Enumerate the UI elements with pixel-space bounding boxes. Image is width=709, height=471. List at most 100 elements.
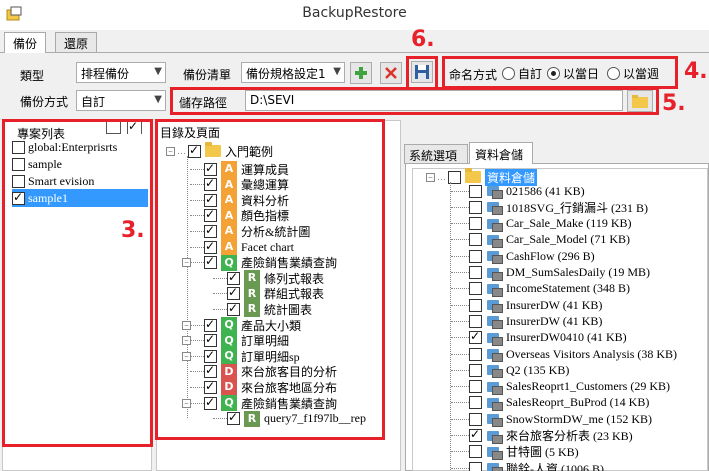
warehouse-item[interactable]: 聯銓-人資 (1006 B) [451, 459, 604, 471]
warehouse-item-label: CashFlow (296 B) [506, 248, 595, 263]
tab-backup[interactable]: 備份 [4, 32, 47, 53]
checkbox[interactable] [204, 379, 217, 394]
warehouse-item[interactable]: CashFlow (296 B) [451, 247, 595, 265]
backup-list-select[interactable]: 備份規格設定1 ▼ [241, 62, 345, 83]
warehouse-item[interactable]: SalesReoprt_BuProd (14 KB) [451, 394, 649, 412]
warehouse-item[interactable]: DM_SumSalesDaily (19 MB) [451, 264, 650, 282]
checkbox[interactable] [469, 427, 482, 442]
warehouse-item[interactable]: InsurerDW (41 KB) [451, 296, 602, 314]
naming-option-daily[interactable]: 以當日 [547, 65, 599, 82]
checkbox[interactable] [469, 217, 482, 231]
checkbox[interactable] [469, 266, 482, 279]
checkbox[interactable] [469, 249, 482, 263]
catalog-root-label: 入門範例 [225, 144, 274, 159]
warehouse-item[interactable]: Car_Sale_Make (119 KB) [451, 215, 632, 233]
warehouse-tree: −… 資料倉儲 021586 (41 KB) 1018SVG_行銷漏斗 (231 B)… [414, 168, 708, 471]
checkbox[interactable] [227, 410, 240, 426]
method-select[interactable]: 自訂 ▼ [76, 90, 166, 111]
checkbox[interactable] [204, 348, 217, 363]
checkbox[interactable] [204, 192, 217, 207]
collapse-icon[interactable]: − [182, 398, 191, 408]
add-button[interactable] [350, 62, 372, 84]
collapse-icon[interactable]: − [182, 351, 191, 361]
checkbox[interactable] [469, 445, 482, 459]
warehouse-item[interactable]: 1018SVG_行銷漏斗 (231 B) [451, 198, 648, 216]
warehouse-item-label: Q2 (135 KB) [506, 362, 570, 377]
tab-data-warehouse[interactable]: 資料倉儲 [469, 142, 533, 164]
tree-connector [451, 304, 469, 306]
warehouse-item[interactable]: InsurerDW0410 (41 KB) [451, 329, 627, 347]
backup-list-select-value: 備份規格設定1 [246, 67, 326, 81]
warehouse-item-label: DM_SumSalesDaily (19 MB) [506, 265, 650, 279]
collapse-icon[interactable]: − [182, 336, 191, 346]
save-button[interactable] [411, 61, 433, 83]
warehouse-item[interactable]: Q2 (135 KB) [451, 361, 569, 379]
checkbox[interactable] [204, 207, 217, 223]
checkbox[interactable] [204, 239, 217, 254]
tree-connector [451, 239, 469, 241]
floppy-disk-icon [415, 65, 429, 79]
checkbox[interactable] [469, 200, 482, 214]
tree-connector [190, 324, 204, 326]
tab-system-options[interactable]: 系統選項 [404, 144, 468, 164]
catalog-item[interactable]: Rquery7_f1f97lb__rep [213, 410, 366, 428]
tab-restore[interactable]: 還原 [55, 32, 98, 52]
checkbox[interactable] [469, 314, 482, 328]
chevron-down-icon: ▼ [154, 94, 162, 105]
checkbox[interactable] [469, 363, 482, 377]
checkbox[interactable] [188, 143, 201, 158]
tree-connector [190, 184, 204, 186]
tree-connector [190, 386, 204, 388]
checkbox[interactable] [469, 396, 482, 410]
warehouse-item[interactable]: Overseas Visitors Analysis (38 KB) [451, 345, 677, 363]
checkbox[interactable] [204, 254, 217, 270]
tree-connector [451, 255, 469, 257]
warehouse-item[interactable]: 甘特圖 (5 KB) [451, 443, 579, 461]
page-type-q-icon: Q [221, 395, 237, 411]
checkbox[interactable] [469, 380, 482, 394]
checkbox[interactable] [204, 161, 217, 176]
checkbox[interactable] [204, 332, 217, 348]
checkbox[interactable] [227, 301, 240, 316]
collapse-icon[interactable]: − [426, 172, 435, 182]
checkbox[interactable] [204, 363, 217, 379]
cube-database-icon [486, 363, 503, 379]
checkbox[interactable] [204, 176, 217, 192]
warehouse-item-label: InsurerDW0410 (41 KB) [506, 330, 627, 345]
checkbox[interactable] [469, 184, 482, 198]
warehouse-item[interactable]: SalesReoprt1_Customers (29 KB) [451, 378, 670, 396]
tree-connector [190, 246, 204, 248]
close-icon [385, 67, 397, 79]
type-select[interactable]: 排程備份 ▼ [76, 62, 166, 83]
checkbox[interactable] [204, 395, 217, 410]
checkbox[interactable] [469, 282, 482, 296]
browse-folder-button[interactable] [627, 90, 653, 112]
checkbox[interactable] [469, 329, 482, 345]
naming-option-label: 以當日 [563, 67, 600, 81]
checkbox[interactable] [469, 347, 482, 361]
checkbox[interactable] [227, 270, 240, 285]
chevron-down-icon: ▼ [333, 66, 341, 77]
warehouse-item[interactable]: Car_Sale_Model (71 KB) [451, 231, 630, 249]
collapse-icon[interactable]: − [182, 320, 191, 330]
naming-option-weekly[interactable]: 以當週 [607, 65, 659, 82]
warehouse-item[interactable]: SnowStormDW_me (152 KB) [451, 410, 652, 428]
warehouse-item-label: InsurerDW (41 KB) [506, 313, 603, 328]
warehouse-item[interactable]: InsurerDW (41 KB) [451, 312, 602, 330]
checkbox[interactable] [469, 233, 482, 247]
checkbox[interactable] [469, 298, 482, 312]
naming-option-custom[interactable]: 自訂 [502, 65, 542, 82]
delete-button[interactable] [380, 62, 402, 84]
path-input[interactable]: D:\SEVI [245, 90, 623, 111]
collapse-icon[interactable]: − [182, 258, 191, 268]
collapse-icon[interactable]: − [166, 146, 175, 156]
checkbox[interactable] [469, 412, 482, 426]
warehouse-item[interactable]: 來台旅客分析表 (23 KB) [451, 427, 633, 445]
warehouse-item[interactable]: 021586 (41 KB) [451, 182, 585, 200]
checkbox[interactable] [204, 223, 217, 238]
warehouse-item[interactable]: IncomeStatement (348 B) [451, 280, 630, 298]
catalog-root[interactable]: −… 入門範例 [166, 142, 273, 160]
checkbox[interactable] [469, 461, 482, 471]
checkbox[interactable] [227, 285, 240, 301]
checkbox[interactable] [204, 317, 217, 332]
